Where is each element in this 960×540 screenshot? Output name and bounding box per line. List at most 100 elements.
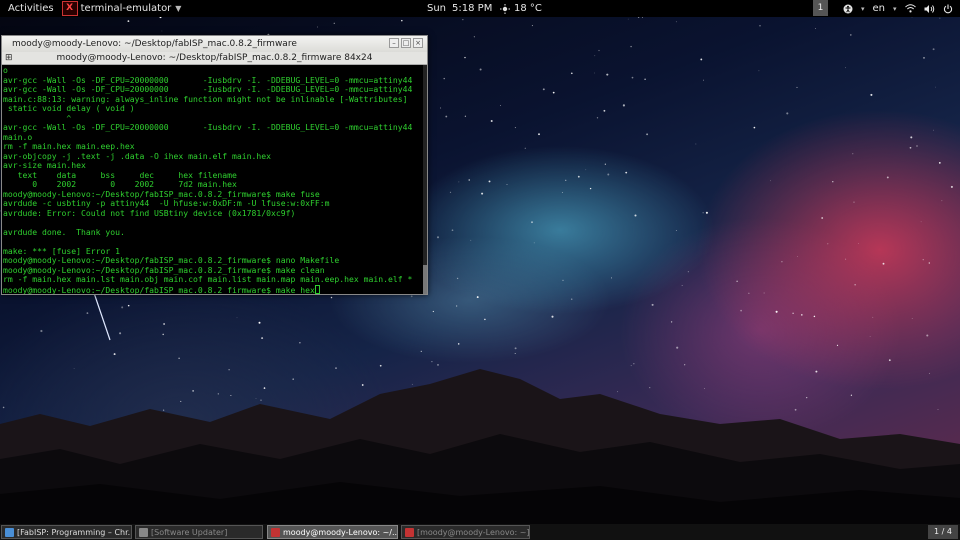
- star: [736, 280, 738, 282]
- star: [950, 185, 953, 188]
- star: [753, 126, 756, 129]
- star: [786, 112, 789, 115]
- star: [443, 77, 445, 80]
- star: [113, 353, 116, 356]
- star: [926, 334, 929, 337]
- star: [506, 184, 508, 186]
- terminal-line: moody@moody-Lenovo:~/Desktop/fabISP_mac.…: [3, 189, 320, 199]
- star: [815, 28, 817, 29]
- scrollbar[interactable]: [423, 65, 427, 294]
- star: [484, 318, 486, 321]
- star: [449, 191, 452, 193]
- star: [869, 335, 871, 337]
- split-terminal-icon[interactable]: ⊞: [5, 52, 13, 65]
- sun-icon: [500, 3, 510, 14]
- star: [882, 262, 885, 265]
- clock-time: 5:18 PM: [452, 3, 493, 14]
- star: [607, 173, 610, 176]
- text-cursor: [314, 284, 320, 294]
- star: [845, 67, 846, 69]
- minimize-icon[interactable]: –: [389, 38, 399, 48]
- language-selector[interactable]: en: [873, 3, 886, 14]
- star: [121, 306, 124, 309]
- taskbar-item-label: [FabISP: Programming – Chr...: [17, 527, 132, 537]
- chevron-down-icon: ▾: [861, 4, 865, 13]
- star: [524, 147, 526, 149]
- star: [939, 17, 941, 19]
- star: [162, 333, 164, 336]
- star: [836, 344, 839, 347]
- chevron-down-icon: ▼: [175, 4, 182, 13]
- star: [625, 171, 628, 174]
- star: [431, 360, 433, 363]
- wifi-icon[interactable]: [904, 4, 916, 13]
- star: [514, 353, 516, 354]
- terminal-line: static void delay ( void ): [3, 104, 135, 113]
- star: [700, 58, 703, 61]
- terminal-line: avrdude: Error: Could not find USBtiny d…: [3, 208, 296, 218]
- workspace-pager[interactable]: 1 / 4: [928, 525, 958, 539]
- star: [258, 321, 261, 324]
- star: [813, 315, 816, 318]
- star: [938, 162, 941, 164]
- taskbar-item-terminal-active[interactable]: moody@moody-Lenovo: ~/...: [267, 525, 398, 539]
- terminal-tab[interactable]: ⊞ moody@moody-Lenovo: ~/Desktop/fabISP_m…: [2, 52, 427, 65]
- clock[interactable]: Sun 5:18 PM: [427, 0, 492, 17]
- star: [941, 200, 943, 202]
- app-menu-label: terminal-emulator: [80, 3, 172, 14]
- star: [604, 163, 606, 165]
- power-icon[interactable]: [943, 4, 953, 14]
- terminal-titlebar[interactable]: moody@moody-Lenovo: ~/Desktop/fabISP_mac…: [2, 36, 427, 52]
- star: [695, 143, 697, 145]
- star: [551, 315, 554, 318]
- terminal-line: moody@moody-Lenovo:~/Desktop/fabISP_mac.…: [3, 256, 340, 265]
- terminal-app-icon: X: [61, 1, 78, 16]
- terminal-line: 0 2002 0 2002 7d2 main.hex: [3, 180, 237, 189]
- scrollbar-thumb[interactable]: [423, 265, 427, 294]
- star: [464, 115, 467, 117]
- taskbar-item-terminal[interactable]: [moody@moody-Lenovo: ~]: [401, 525, 530, 539]
- clock-day: Sun: [427, 3, 447, 14]
- workspace-badge[interactable]: 1: [813, 0, 828, 16]
- star: [598, 49, 600, 52]
- terminal-line: make: *** [fuse] Error 1: [3, 246, 120, 256]
- star: [594, 72, 596, 74]
- taskbar-item-chrome[interactable]: [FabISP: Programming – Chr...: [1, 525, 132, 539]
- star: [594, 55, 596, 57]
- star: [577, 175, 580, 178]
- star: [330, 296, 333, 299]
- star: [473, 36, 475, 38]
- close-icon[interactable]: ×: [413, 38, 423, 48]
- terminal-line: avrdude -c usbtiny -p attiny44 -U hfuse:…: [3, 199, 330, 208]
- star: [872, 316, 874, 318]
- terminal-output[interactable]: o avr-gcc -Wall -Os -DF_CPU=20000000 -Ius…: [2, 65, 427, 294]
- terminal-line: avr-objcopy -j .text -j .data -O ihex ma…: [3, 151, 272, 161]
- star: [456, 305, 458, 307]
- star: [920, 221, 922, 223]
- star: [488, 180, 491, 183]
- star: [870, 93, 873, 96]
- terminal-line: avr-gcc -Wall -Os -DF_CPU=20000000 -Iusb…: [3, 75, 413, 85]
- star: [436, 236, 440, 239]
- star: [675, 21, 677, 23]
- star: [538, 133, 540, 136]
- taskbar-item-software-updater[interactable]: [Software Updater]: [135, 525, 263, 539]
- star: [853, 201, 855, 203]
- star: [909, 146, 912, 149]
- star: [236, 317, 238, 319]
- maximize-icon[interactable]: □: [401, 38, 411, 48]
- activities-button[interactable]: Activities: [0, 0, 62, 17]
- star: [533, 242, 535, 244]
- star: [299, 342, 301, 344]
- terminal-window[interactable]: moody@moody-Lenovo: ~/Desktop/fabISP_mac…: [1, 35, 428, 295]
- terminal-line: rm -f main.hex main.eep.hex: [3, 142, 135, 151]
- weather-indicator[interactable]: 18 °C: [500, 0, 542, 17]
- star: [845, 258, 847, 260]
- app-menu[interactable]: X terminal-emulator ▼: [61, 0, 182, 17]
- tab-title: moody@moody-Lenovo: ~/Desktop/fabISP_mac…: [56, 53, 373, 63]
- accessibility-icon[interactable]: [843, 4, 853, 14]
- star: [401, 19, 403, 22]
- star: [705, 211, 708, 214]
- volume-icon[interactable]: [924, 4, 935, 14]
